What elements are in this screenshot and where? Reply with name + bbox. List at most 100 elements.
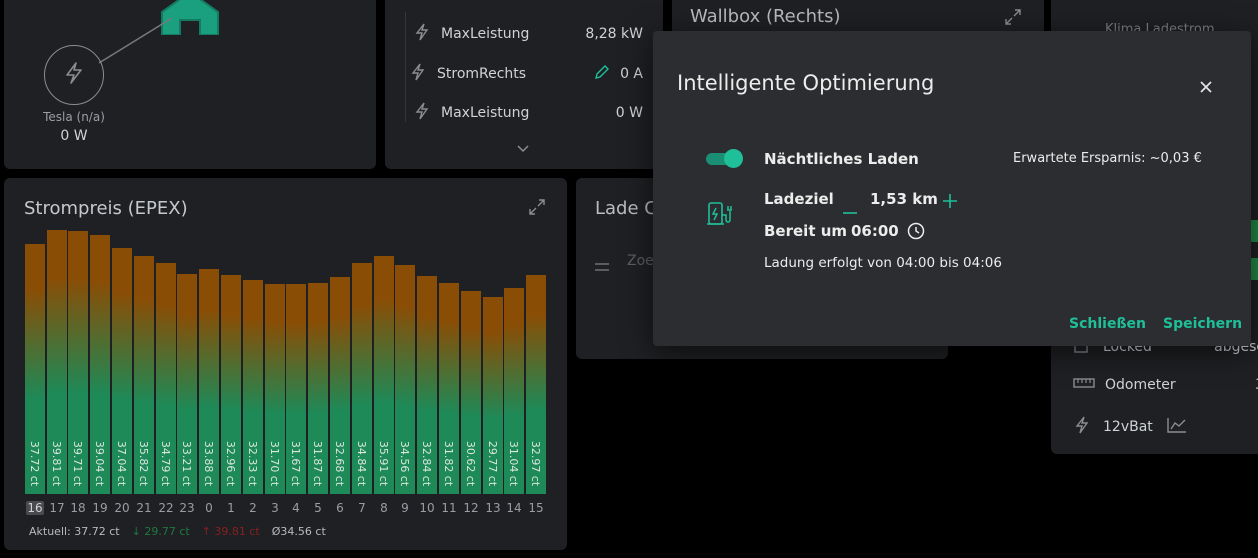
drag-handle-icon[interactable] (595, 256, 609, 275)
price-bar[interactable]: 33.21 ct (177, 274, 197, 494)
hour-tick-label: 6 (336, 501, 344, 515)
price-bar[interactable]: 37.04 ct (112, 248, 132, 494)
charging-info: Ladung erfolgt von 04:00 bis 04:06 (764, 255, 1002, 271)
bar-value-label: 39.04 ct (93, 440, 107, 486)
price-bar[interactable]: 39.04 ct (90, 235, 110, 494)
price-bar[interactable]: 31.04 ct (504, 288, 524, 494)
bar-value-label: 35.82 ct (137, 440, 151, 486)
price-bar[interactable]: 31.82 ct (439, 283, 459, 494)
hour-tick-label: 3 (271, 501, 279, 515)
tesla-card: Tesla (n/a) 0 W (4, 0, 376, 169)
price-bar[interactable]: 32.84 ct (417, 276, 437, 494)
tesla-label: Tesla (n/a) (43, 110, 105, 124)
row-value: 0 W (615, 105, 643, 121)
save-button[interactable]: Speichern (1163, 316, 1242, 332)
price-bar[interactable]: 32.96 ct (221, 275, 241, 494)
close-button[interactable]: Schließen (1069, 316, 1146, 332)
price-bar[interactable]: 32.33 ct (243, 280, 263, 494)
price-bar[interactable]: 31.70 ct (265, 284, 285, 494)
nightly-label: Nächtliches Laden (764, 150, 919, 168)
bar-value-label: 37.04 ct (115, 440, 129, 486)
lightning-icon (415, 23, 429, 45)
price-bar[interactable]: 35.91 ct (374, 256, 394, 494)
price-bar[interactable]: 34.84 ct (352, 263, 372, 494)
chart-line-icon[interactable] (1167, 417, 1187, 437)
row-label: StromRechts (437, 66, 527, 82)
price-bar[interactable]: 39.81 ct (47, 230, 67, 494)
hour-tick-label: 0 (205, 501, 213, 515)
price-chart: 37.72 ct 39.81 ct 39.71 ct 39.04 ct 37.04 ct… (24, 230, 547, 494)
hour-tick-label: 15 (528, 501, 544, 515)
hour-tick-label: 22 (158, 501, 174, 515)
price-bar[interactable]: 32.68 ct (330, 277, 350, 494)
lightning-icon (415, 102, 429, 124)
price-bar[interactable]: 37.72 ct (25, 244, 45, 494)
minus-button[interactable] (843, 199, 857, 218)
price-bar[interactable]: 34.79 ct (156, 263, 176, 494)
flow-line (98, 18, 173, 64)
price-bar[interactable]: 31.67 ct (286, 284, 306, 494)
bar-value-label: 32.96 ct (224, 440, 238, 486)
bar-value-label: 35.91 ct (377, 440, 391, 486)
min-price: ↓ 29.77 ct (131, 525, 190, 538)
tesla-node[interactable] (44, 45, 104, 105)
ladeziel-value: 1,53 km (870, 190, 938, 208)
bar-value-label: 33.88 ct (202, 440, 216, 486)
hour-tick-label: 18 (70, 501, 86, 515)
plus-button[interactable] (943, 193, 957, 212)
bar-value-label: 39.81 ct (50, 440, 64, 486)
ladeziel-label: Ladeziel (764, 190, 834, 208)
right-row-12vbat: 12vBat (1075, 416, 1258, 438)
price-bar[interactable]: 33.88 ct (199, 269, 219, 494)
bar-value-label: 31.04 ct (507, 440, 521, 486)
price-bar[interactable]: 39.71 ct (68, 231, 88, 494)
bar-value-label: 37.72 ct (28, 440, 42, 486)
wallbox-left-card: MaxLeistung 8,28 kW StromRechts 0 A MaxL… (385, 0, 663, 169)
bar-value-label: 31.70 ct (268, 440, 282, 486)
hour-tick-label: 20 (114, 501, 130, 515)
pencil-icon[interactable] (594, 64, 610, 84)
chevron-down-icon[interactable] (517, 138, 529, 157)
hour-tick-label: 4 (292, 501, 300, 515)
bar-value-label: 34.84 ct (355, 440, 369, 486)
hour-tick-label: 9 (401, 501, 409, 515)
bereit-time[interactable]: 06:00 (851, 222, 899, 240)
hour-tick-label: 8 (380, 501, 388, 515)
row-label: MaxLeistung (441, 105, 530, 121)
hour-tick-label: 13 (485, 501, 501, 515)
price-bar[interactable]: 31.87 ct (308, 283, 328, 494)
bar-value-label: 34.56 ct (398, 440, 412, 486)
price-bar[interactable]: 32.97 ct (526, 275, 546, 494)
right-row-odometer: Odometer 32 (1073, 377, 1258, 393)
bar-value-label: 32.68 ct (333, 440, 347, 486)
hour-tick-label: 14 (506, 501, 522, 515)
close-icon[interactable] (1200, 78, 1212, 97)
price-bar[interactable]: 34.56 ct (395, 265, 415, 494)
avg-price: Ø34.56 ct (271, 525, 326, 538)
ev-charger-icon (706, 201, 734, 231)
price-bar[interactable]: 29.77 ct (483, 297, 503, 494)
lightning-icon (411, 63, 425, 85)
row-value: 0 A (620, 66, 643, 82)
price-bar[interactable]: 35.82 ct (134, 256, 154, 494)
max-price: ↑ 39.81 ct (201, 525, 260, 538)
hour-tick-label: 1 (227, 501, 235, 515)
hour-tick-label: 16 (26, 501, 44, 515)
lade-title: Lade C (595, 198, 657, 219)
nightly-toggle[interactable] (706, 149, 743, 168)
expand-icon[interactable] (1004, 8, 1022, 30)
bar-value-label: 39.71 ct (71, 440, 85, 486)
expand-icon[interactable] (528, 198, 546, 220)
row-value: 8,28 kW (585, 26, 643, 42)
clock-icon[interactable] (907, 222, 925, 244)
hour-tick-label: 19 (92, 501, 108, 515)
lightning-icon (1075, 416, 1089, 438)
hour-tick-label: 11 (441, 501, 457, 515)
wallbox-row-stromrechts: StromRechts 0 A (411, 63, 643, 85)
wallbox-row-maxleistung-2: MaxLeistung 0 W (415, 102, 643, 124)
row-label: 12vBat (1103, 419, 1153, 435)
bar-value-label: 31.67 ct (289, 440, 303, 486)
bar-value-label: 31.87 ct (311, 440, 325, 486)
hour-tick-label: 12 (463, 501, 479, 515)
price-bar[interactable]: 30.62 ct (461, 291, 481, 494)
